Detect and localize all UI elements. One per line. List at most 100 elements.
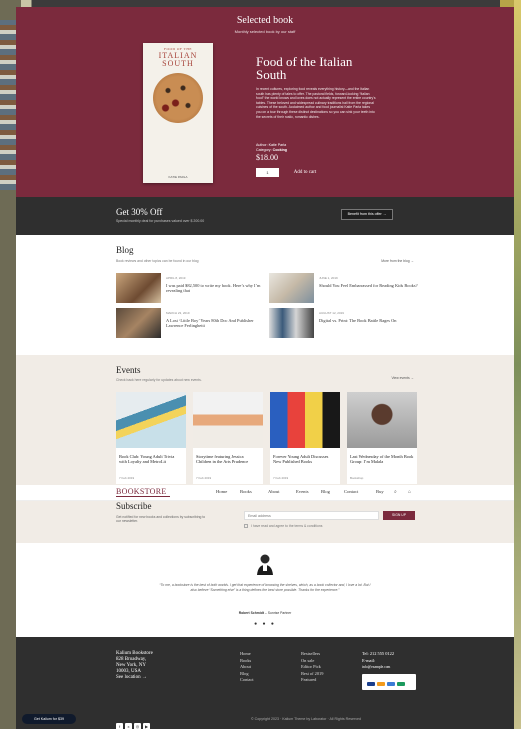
footer-link-bestsellers[interactable]: Bestsellers — [301, 651, 323, 658]
footer-link-blog[interactable]: Blog — [240, 671, 254, 678]
youtube-icon[interactable]: ▶ — [143, 723, 150, 729]
twitter-icon[interactable]: x — [125, 723, 132, 729]
footer-link-home[interactable]: Home — [240, 651, 254, 658]
email-field[interactable] — [244, 511, 379, 520]
nav-buy[interactable]: Buy — [376, 489, 384, 494]
footer-links-1: Home Books About Blog Contact — [240, 651, 254, 684]
event-image — [270, 392, 340, 448]
blog-more-link[interactable]: More from the blog → — [381, 259, 414, 263]
promo-title: Get 30% Off — [116, 207, 163, 217]
footer-link-featured[interactable]: Featured — [301, 677, 323, 684]
testimonial-role: Sunrise Partner — [267, 611, 292, 615]
featured-subheading: Monthly selected book by our staff — [234, 29, 296, 34]
blog-subtitle: Book reviews and other topics can be fou… — [116, 259, 199, 263]
post-thumbnail — [116, 273, 161, 303]
signup-button[interactable]: SIGN UP — [383, 511, 415, 520]
get-kalium-button[interactable]: Get Kalium for $39 — [22, 714, 76, 724]
subscribe-title: Subscribe — [116, 501, 152, 511]
instagram-icon[interactable]: ◎ — [134, 723, 141, 729]
category-label: Category: — [256, 148, 272, 152]
card-icon — [397, 682, 405, 686]
carousel-dots[interactable]: ● ● ● — [16, 621, 514, 627]
event-title[interactable]: Storytime featuring Jessica Children in … — [196, 454, 260, 464]
search-icon[interactable]: ⌕ — [394, 489, 397, 495]
testimonial-section: “To me, a bookstore is the best of both … — [16, 543, 514, 637]
events-section: Events Check back here regularly for upd… — [16, 355, 514, 485]
event-title[interactable]: Forever Young Adult Discusses New Publis… — [273, 454, 337, 464]
blog-post[interactable]: APRIL 8, 2019 I was paid $82,500 to writ… — [116, 273, 266, 303]
event-card[interactable]: Forever Young Adult Discusses New Publis… — [270, 392, 340, 484]
blog-post[interactable]: JUNE 1, 2019 Should You Feel Embarrassed… — [269, 273, 419, 303]
blog-post[interactable]: AUGUST 12, 2019 Digital vs. Print: The B… — [269, 308, 419, 338]
featured-heading: Selected book — [236, 15, 294, 26]
subscribe-description: Get notified for new books and collectio… — [116, 515, 206, 524]
testimonial-author: Robert Schmidt — [238, 611, 264, 615]
event-card[interactable]: Storytime featuring Jessica Children in … — [193, 392, 263, 484]
add-to-cart-button[interactable]: Add to cart — [285, 168, 325, 177]
author-link[interactable]: Katie Parla — [269, 143, 287, 147]
footer-email-label: E-mail: — [362, 657, 376, 663]
event-card[interactable]: Last Wednesday of the Month Book Group: … — [347, 392, 417, 484]
post-thumbnail — [269, 308, 314, 338]
blog-post[interactable]: MARCH 23, 2019 A Lost ‘Little Boy’ Years… — [116, 308, 266, 338]
site-logo[interactable]: BOOKSTORE — [116, 487, 167, 496]
featured-book-section: Selected book Monthly selected book by o… — [16, 7, 514, 197]
book-price: $18.00 — [256, 153, 278, 162]
post-thumbnail — [269, 273, 314, 303]
visa-icon — [367, 682, 375, 686]
cover-author: KATIE PARLA — [168, 175, 188, 179]
nav-blog[interactable]: Blog — [321, 489, 330, 494]
payment-badge — [362, 674, 416, 690]
footer-email[interactable]: info@example.com — [362, 664, 394, 671]
nav-events[interactable]: Events — [296, 489, 309, 494]
event-date: 7 Feb 2019 — [196, 476, 212, 480]
post-title[interactable]: Digital vs. Print: The Book Battle Rages… — [319, 318, 419, 323]
terms-checkbox[interactable] — [244, 524, 248, 529]
testimonial-author-line: Robert Schmidt – Sunrise Partner — [16, 611, 514, 615]
promo-banner: Get 30% Off Special monthly deal for pur… — [16, 197, 514, 235]
terms-checkbox-row[interactable]: I have read and agree to the terms & con… — [244, 524, 322, 529]
book-category-line: Category: Cooking — [256, 148, 287, 152]
event-image — [347, 392, 417, 448]
nav-about[interactable]: About — [268, 489, 279, 494]
post-title[interactable]: I was paid $82,500 to write my book. Her… — [166, 283, 266, 293]
footer-link-onsale[interactable]: On sale — [301, 658, 323, 665]
footer-link-about[interactable]: About — [240, 664, 254, 671]
event-title[interactable]: Book Club: Young Adult Trivia with Loyal… — [119, 454, 183, 464]
category-link[interactable]: Cooking — [273, 148, 287, 152]
testimonial-avatar — [257, 554, 273, 575]
events-subtitle: Check back here regularly for updates ab… — [116, 378, 202, 382]
footer-address: Kalium Bookstore 828 Broadway, New York,… — [116, 651, 153, 681]
event-title[interactable]: Last Wednesday of the Month Book Group: … — [350, 454, 414, 464]
logo-underline — [116, 496, 170, 497]
page: Selected book Monthly selected book by o… — [16, 7, 514, 729]
footer-location-link[interactable]: See location → — [116, 675, 153, 681]
book-title[interactable]: Food of the Italian South — [256, 55, 376, 81]
nav-contact[interactable]: Contact — [344, 489, 358, 494]
post-date: AUGUST 12, 2019 — [319, 311, 344, 315]
facebook-icon[interactable]: f — [116, 723, 123, 729]
sticky-header: BOOKSTORE Home Books About Events Blog C… — [16, 485, 514, 501]
cart-icon[interactable]: ⌂ — [408, 489, 411, 495]
nav-home[interactable]: Home — [216, 489, 227, 494]
blog-title: Blog — [116, 245, 134, 255]
footer-link-contact[interactable]: Contact — [240, 677, 254, 684]
mastercard-icon — [377, 682, 385, 686]
nav-books[interactable]: Books — [240, 489, 252, 494]
post-title[interactable]: A Lost ‘Little Boy’ Years 80th Doc And P… — [166, 318, 266, 328]
footer-link-books[interactable]: Books — [240, 658, 254, 665]
promo-offer-button[interactable]: Benefit from this offer → — [341, 209, 393, 220]
events-view-link[interactable]: View events → — [391, 376, 414, 380]
post-title[interactable]: Should You Feel Embarrassed for Reading … — [319, 283, 419, 288]
amex-icon — [387, 682, 395, 686]
footer-link-best-of[interactable]: Best of 2019 — [301, 671, 323, 678]
book-cover[interactable]: FOOD OF THE ITALIAN SOUTH KATIE PARLA — [143, 43, 213, 183]
cover-title: ITALIAN SOUTH — [158, 51, 198, 68]
quantity-input[interactable] — [256, 168, 279, 177]
event-image — [193, 392, 263, 448]
promo-subtitle: Special monthly deal for purchases value… — [116, 219, 205, 223]
event-card[interactable]: Book Club: Young Adult Trivia with Loyal… — [116, 392, 186, 484]
post-date: JUNE 1, 2019 — [319, 276, 338, 280]
event-image — [116, 392, 186, 448]
footer-link-editor-pick[interactable]: Editor Pick — [301, 664, 323, 671]
